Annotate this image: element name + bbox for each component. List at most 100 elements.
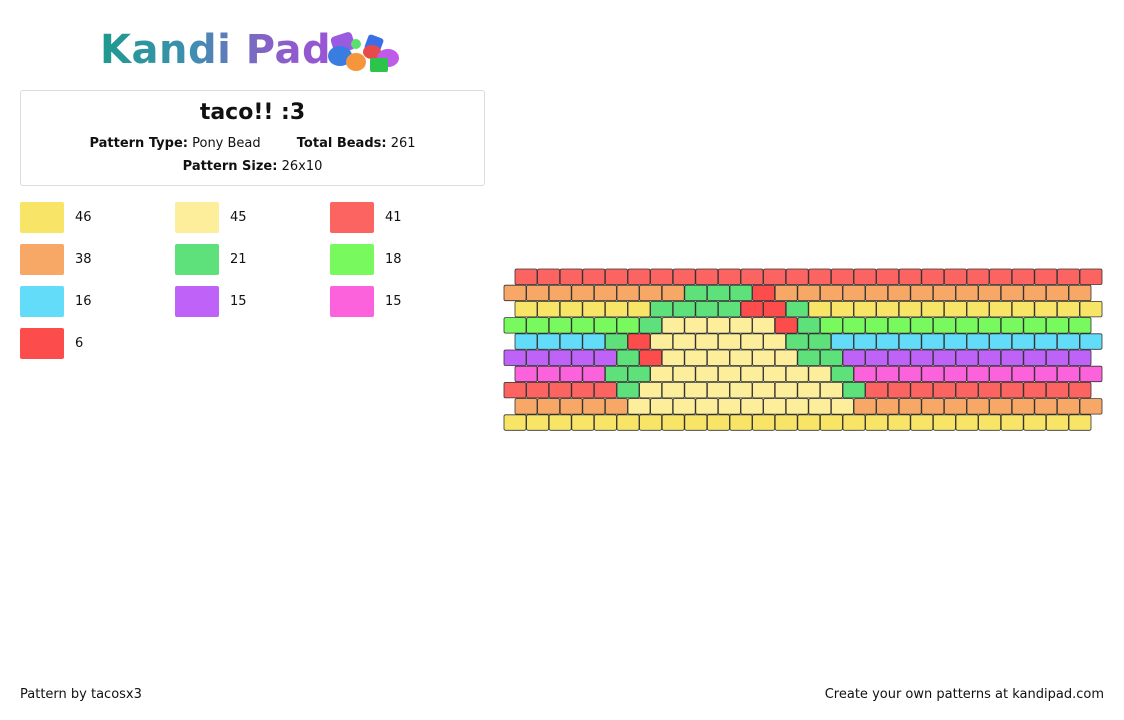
- pattern-info-card: taco!! :3 Pattern Type: Pony Bead Total …: [20, 90, 485, 186]
- bead: [830, 398, 854, 415]
- bead: [932, 414, 956, 431]
- bead-pattern-grid: [503, 268, 1103, 431]
- bead: [717, 268, 741, 285]
- bead: [910, 382, 934, 399]
- bead: [887, 382, 911, 399]
- bead: [921, 301, 945, 318]
- bead: [763, 398, 787, 415]
- bead: [729, 414, 753, 431]
- bead: [571, 414, 595, 431]
- bead: [774, 284, 798, 302]
- bead: [876, 301, 900, 318]
- bead: [526, 317, 550, 334]
- bead: [865, 414, 889, 431]
- bead: [740, 398, 764, 415]
- bead: [605, 398, 628, 415]
- bead: [1046, 349, 1069, 366]
- legend-count: 15: [230, 294, 247, 309]
- bead: [1000, 349, 1024, 366]
- bead: [740, 301, 764, 318]
- bead: [706, 382, 730, 399]
- bead: [650, 365, 674, 383]
- legend-item: 41: [330, 202, 480, 234]
- bead: [853, 398, 877, 415]
- bead: [853, 365, 877, 383]
- bead: [1068, 382, 1092, 399]
- total-beads-label: Total Beads:: [296, 136, 387, 151]
- bead: [853, 333, 877, 350]
- bead: [582, 365, 606, 383]
- bead: [978, 414, 1002, 431]
- bead: [752, 284, 776, 302]
- bead: [955, 317, 979, 334]
- bead: [526, 284, 550, 302]
- bead: [616, 317, 640, 334]
- bead: [639, 382, 663, 399]
- bead: [808, 333, 832, 350]
- bead: [1068, 414, 1092, 431]
- bead: [910, 317, 934, 334]
- bead: [966, 398, 990, 415]
- bead: [752, 414, 776, 431]
- bead: [887, 414, 911, 431]
- legend-swatch: [330, 286, 374, 317]
- bead: [729, 284, 753, 302]
- bead: [605, 301, 628, 318]
- bead: [684, 414, 708, 431]
- bead: [819, 317, 843, 334]
- bead: [503, 317, 527, 334]
- bead: [898, 268, 922, 285]
- bead: [605, 333, 628, 350]
- legend-count: 38: [75, 252, 92, 267]
- bead: [955, 284, 979, 302]
- legend-item: 45: [175, 202, 325, 234]
- bead: [819, 349, 843, 366]
- legend-count: 46: [75, 210, 92, 225]
- bead: [1023, 382, 1047, 399]
- kandipad-promo-link[interactable]: Create your own patterns at kandipad.com: [825, 687, 1104, 703]
- kandipad-logo[interactable]: Kandi Pad: [100, 26, 410, 76]
- bead: [752, 349, 776, 366]
- bead: [774, 414, 798, 431]
- bead: [661, 317, 685, 334]
- bead: [842, 382, 866, 399]
- bead: [932, 382, 956, 399]
- bead: [763, 268, 787, 285]
- bead: [706, 284, 730, 302]
- color-legend: 46 45 41 38 21 18 16 15 15 6: [20, 202, 490, 372]
- bead: [594, 414, 617, 431]
- bead: [1057, 268, 1080, 285]
- bead: [650, 333, 674, 350]
- bead: [853, 268, 877, 285]
- bead: [978, 284, 1002, 302]
- legend-count: 16: [75, 294, 92, 309]
- bead: [989, 333, 1013, 350]
- bead: [672, 333, 696, 350]
- bead: [921, 333, 945, 350]
- bead: [785, 398, 809, 415]
- legend-item: 6: [20, 328, 170, 360]
- bead: [932, 317, 956, 334]
- bead: [717, 398, 741, 415]
- pattern-author: Pattern by tacosx3: [20, 687, 142, 702]
- bead: [1011, 333, 1035, 350]
- bead: [548, 317, 572, 334]
- bead: [514, 365, 538, 383]
- legend-swatch: [330, 202, 374, 233]
- bead: [1034, 301, 1058, 318]
- bead: [943, 398, 967, 415]
- bead: [865, 349, 889, 366]
- bead: [955, 349, 979, 366]
- bead: [503, 414, 527, 431]
- bead: [887, 284, 911, 302]
- bead: [842, 414, 866, 431]
- bead: [785, 333, 809, 350]
- bead: [797, 382, 821, 399]
- bead: [661, 284, 685, 302]
- pattern-size: Pattern Size: 26x10: [183, 158, 323, 176]
- bead: [1079, 333, 1103, 350]
- legend-item: 38: [20, 244, 170, 276]
- bead: [943, 268, 967, 285]
- bead: [1011, 301, 1035, 318]
- legend-item: 15: [330, 286, 480, 318]
